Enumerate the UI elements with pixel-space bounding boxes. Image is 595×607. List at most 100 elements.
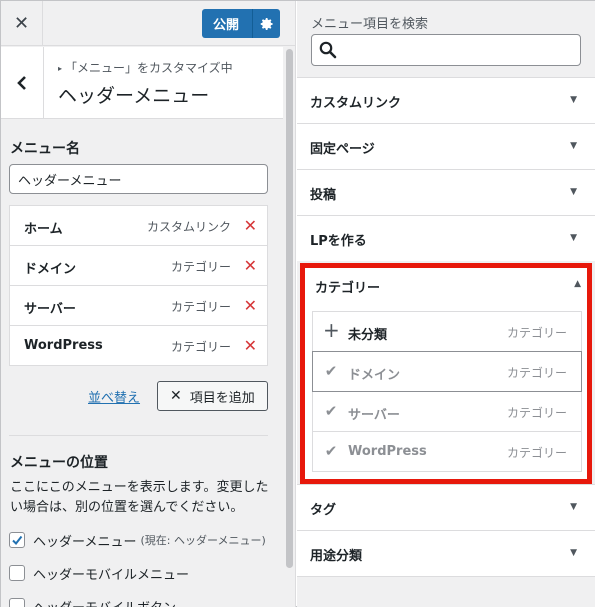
menu-location-heading: メニューの位置 [10, 455, 108, 471]
category-item[interactable]: + 未分類 カテゴリー [312, 311, 582, 352]
triangle-down-icon: ▼ [570, 141, 577, 151]
accordion-usage-category[interactable]: 用途分類 ▼ [297, 530, 595, 576]
close-customizer-button[interactable]: ✕ [1, 1, 43, 46]
category-list: + 未分類 カテゴリー ✔ ドメイン カテゴリー ✔ サーバー カテゴリー ✔ … [312, 311, 582, 472]
accordion-title: タグ [310, 503, 337, 518]
back-button[interactable] [1, 47, 44, 119]
menu-item[interactable]: ドメイン カテゴリー ✕ [9, 245, 268, 286]
menu-name-label: メニュー名 [10, 141, 80, 157]
accordion-sections: カスタムリンク ▼ 固定ページ ▼ 投稿 ▼ LPを作る ▼ [297, 77, 595, 261]
location-checkbox[interactable] [9, 565, 25, 581]
breadcrumb: ▸ 「メニュー」をカスタマイズ中 [58, 59, 233, 76]
menu-item-title: ホーム [24, 222, 63, 237]
location-checkbox[interactable] [9, 598, 25, 607]
search-box[interactable] [311, 34, 581, 66]
menu-item[interactable]: WordPress カテゴリー ✕ [9, 325, 268, 366]
menu-item-type: カスタムリンク [146, 220, 231, 234]
publish-settings-button[interactable] [252, 9, 280, 38]
panel-footer-space [297, 576, 595, 607]
search-label: メニュー項目を検索 [311, 17, 429, 32]
location-label: ヘッダーモバイルメニュー [33, 567, 190, 583]
accordion-categories-expanded: カテゴリー ▲ + 未分類 カテゴリー ✔ ドメイン カテゴリー ✔ サーバー … [300, 263, 592, 484]
remove-icon[interactable]: ✕ [244, 336, 257, 355]
triangle-up-icon: ▲ [574, 279, 581, 289]
category-item[interactable]: ✔ ドメイン カテゴリー [312, 351, 582, 392]
checkmark-icon: ✔ [324, 362, 338, 380]
accordion-sections-bottom: タグ ▼ 用途分類 ▼ [297, 484, 595, 576]
category-name: ドメイン [348, 368, 401, 383]
menu-name-input[interactable] [9, 164, 268, 194]
accordion-title: LPを作る [310, 234, 367, 249]
checkmark-icon [12, 535, 23, 546]
accordion-title: 固定ページ [310, 142, 375, 157]
publish-button[interactable]: 公開 [202, 9, 280, 38]
accordion-title: カテゴリー [315, 281, 381, 296]
reorder-link[interactable]: 並べ替え [88, 387, 140, 406]
accordion-title: カスタムリンク [310, 96, 402, 111]
menu-item-title: ドメイン [24, 262, 77, 277]
page-title: ヘッダーメニュー [58, 85, 210, 107]
add-items-label: 項目を追加 [189, 390, 255, 406]
menu-item-title: WordPress [24, 338, 103, 353]
triangle-down-icon: ▼ [570, 502, 577, 512]
accordion-posts[interactable]: 投稿 ▼ [297, 169, 595, 215]
location-checkbox[interactable] [9, 532, 25, 548]
menu-item-list: ホーム カスタムリンク ✕ ドメイン カテゴリー ✕ サーバー カテゴリー ✕ … [9, 205, 268, 366]
breadcrumb-text: 「メニュー」をカスタマイズ中 [65, 61, 233, 75]
search-icon [319, 41, 337, 59]
available-menu-items-panel: メニュー項目を検索 カスタムリンク ▼ 固定ページ ▼ 投稿 ▼ LPを作る ▼… [297, 1, 595, 607]
menu-item-title: サーバー [24, 302, 76, 317]
checkmark-icon: ✔ [324, 442, 338, 460]
menu-location-description: ここにこのメニューを表示します。変更したい場合は、別の位置を選んでください。 [10, 480, 269, 515]
menu-item-type: カテゴリー [170, 260, 231, 274]
gear-icon [260, 17, 273, 30]
accordion-lp[interactable]: LPを作る ▼ [297, 215, 595, 261]
accordion-custom-links[interactable]: カスタムリンク ▼ [297, 77, 595, 123]
checkmark-icon: ✔ [324, 402, 338, 420]
category-type: カテゴリー [506, 326, 567, 340]
accordion-tags[interactable]: タグ ▼ [297, 484, 595, 530]
category-item[interactable]: ✔ WordPress カテゴリー [312, 431, 582, 472]
accordion-pages[interactable]: 固定ページ ▼ [297, 123, 595, 169]
close-icon: ✕ [170, 388, 182, 404]
category-type: カテゴリー [506, 446, 567, 460]
category-name: WordPress [348, 444, 427, 459]
category-type: カテゴリー [506, 366, 567, 380]
triangle-right-icon: ▸ [58, 64, 63, 73]
accordion-title: 投稿 [310, 188, 337, 203]
triangle-down-icon: ▼ [570, 233, 577, 243]
remove-icon[interactable]: ✕ [244, 216, 257, 235]
section-header: ▸ 「メニュー」をカスタマイズ中 ヘッダーメニュー [1, 47, 283, 119]
category-item[interactable]: ✔ サーバー カテゴリー [312, 391, 582, 432]
remove-icon[interactable]: ✕ [244, 256, 257, 275]
location-option-header-menu[interactable]: ヘッダーメニュー (現在: ヘッダーメニュー) [9, 530, 266, 550]
accordion-categories[interactable]: カテゴリー ▲ [305, 268, 587, 306]
divider [9, 435, 268, 436]
menu-item-type: カテゴリー [170, 300, 231, 314]
search-input[interactable] [342, 39, 572, 61]
customizer-sidebar: ✕ 公開 ▸「メニュー」をカスタマイズ中 ヘッダーメニュー メニュー名 ホーム … [1, 1, 296, 607]
scrollbar-thumb[interactable] [286, 49, 293, 568]
close-icon: ✕ [13, 13, 30, 34]
triangle-down-icon: ▼ [570, 187, 577, 197]
location-label: ヘッダーメニュー [33, 534, 137, 550]
category-type: カテゴリー [506, 406, 567, 420]
menu-item[interactable]: ホーム カスタムリンク ✕ [9, 205, 268, 246]
plus-icon: + [323, 318, 340, 342]
location-option-header-mobile-menu[interactable]: ヘッダーモバイルメニュー [9, 563, 189, 583]
location-option-header-mobile-button[interactable]: ヘッダーモバイルボタン [9, 596, 176, 607]
location-label: ヘッダーモバイルボタン [33, 597, 176, 607]
triangle-down-icon: ▼ [570, 95, 577, 105]
publish-label: 公開 [213, 18, 240, 33]
menu-item-type: カテゴリー [170, 340, 231, 354]
customizer-header: ✕ 公開 [1, 1, 295, 46]
menu-item[interactable]: サーバー カテゴリー ✕ [9, 285, 268, 326]
remove-icon[interactable]: ✕ [244, 296, 257, 315]
accordion-title: 用途分類 [310, 549, 363, 564]
add-items-button[interactable]: ✕ 項目を追加 [157, 381, 268, 411]
location-note: (現在: ヘッダーメニュー) [140, 534, 266, 547]
chevron-left-icon [17, 76, 26, 90]
triangle-down-icon: ▼ [570, 548, 577, 558]
category-name: サーバー [348, 408, 400, 423]
category-name: 未分類 [348, 328, 388, 343]
